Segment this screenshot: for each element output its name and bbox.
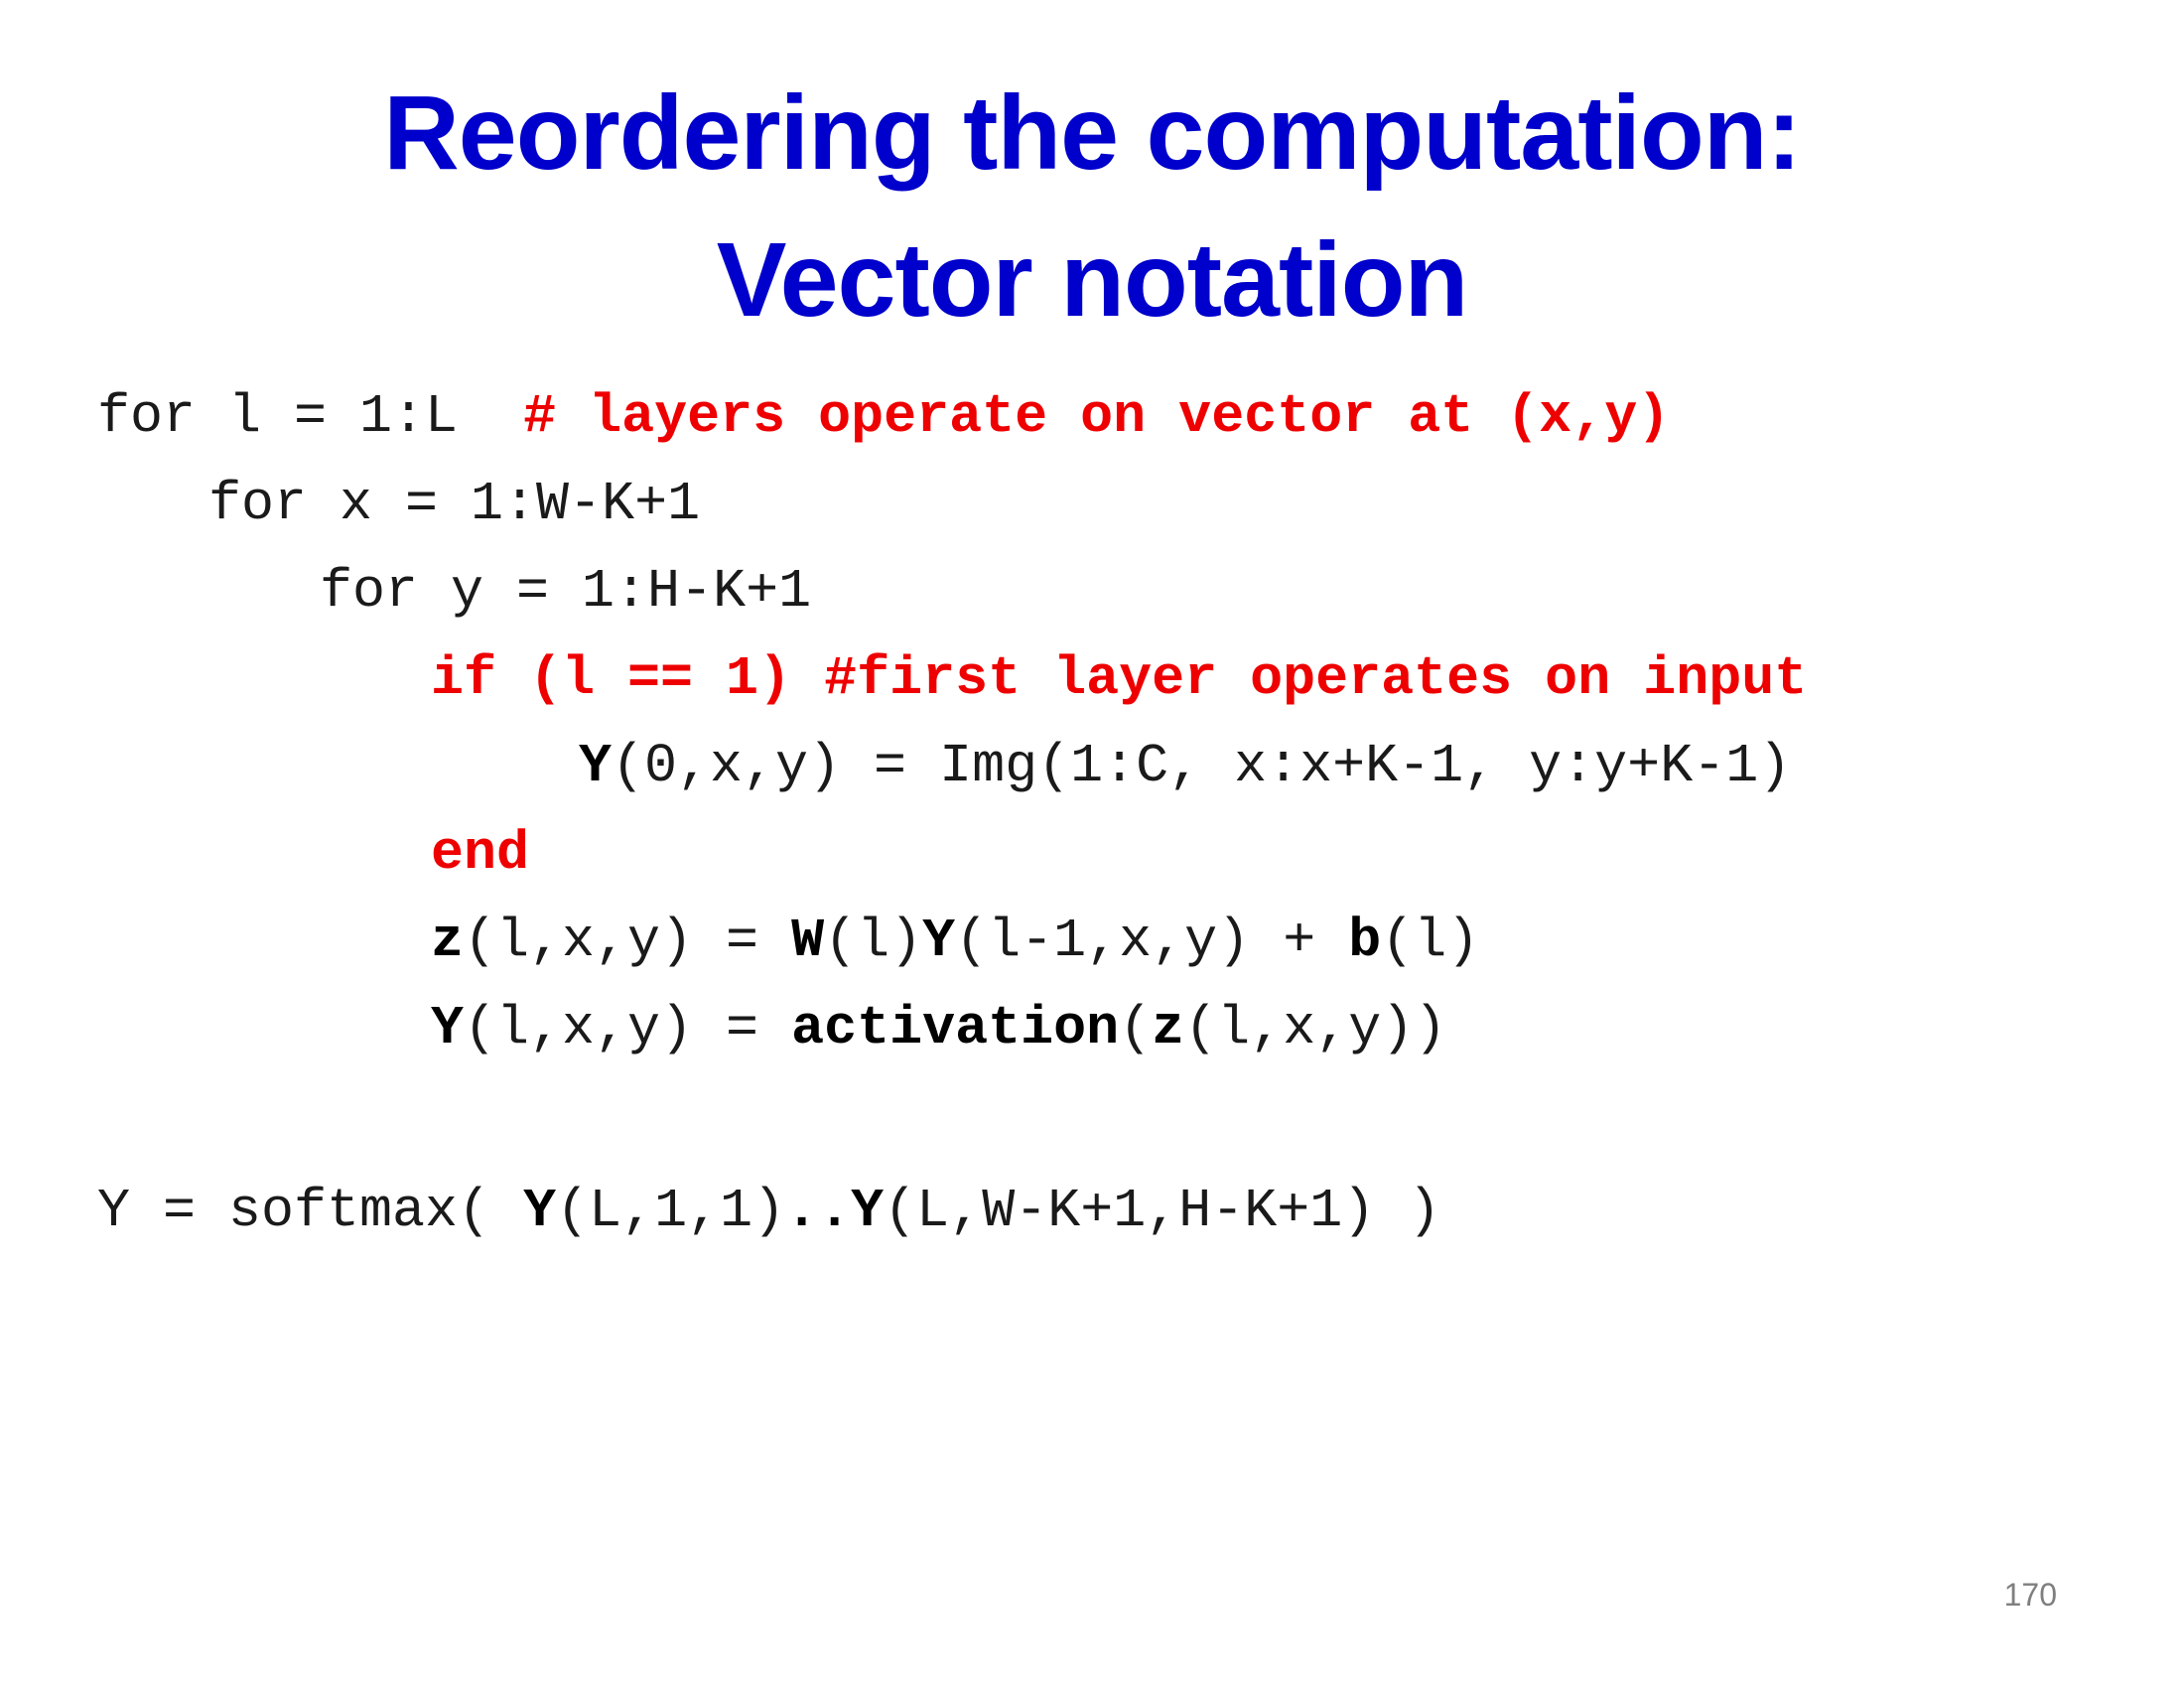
code-text: (0,x,y) = Img(1:C, x:x+K-1, y:y+K-1): [612, 735, 1792, 797]
code-line-7: z(l,x,y) = W(l)Y(l-1,x,y) + b(l): [431, 907, 1479, 976]
z-var: z: [1152, 997, 1185, 1059]
y-var: Y: [851, 1180, 885, 1242]
code-line-9: Y = softmax( Y(L,1,1)..Y(L,W-K+1,H-K+1) …: [97, 1177, 1440, 1246]
code-line-1: for l = 1:L # layers operate on vector a…: [97, 382, 1670, 452]
title-line-2: Vector notation: [716, 221, 1469, 339]
code-block: for l = 1:L # layers operate on vector a…: [97, 382, 1807, 1508]
code-text: Y = softmax(: [97, 1180, 524, 1242]
z-var: z: [431, 910, 465, 972]
code-text: (l,x,y)): [1184, 997, 1447, 1059]
b-var: b: [1348, 910, 1382, 972]
code-text: (L,W-K+1,H-K+1) ): [884, 1180, 1441, 1242]
code-text: (l): [1381, 910, 1480, 972]
activation-function: activation: [791, 997, 1120, 1059]
code-line-8: Y(l,x,y) = activation(z(l,x,y)): [431, 994, 1446, 1063]
code-text: (l,x,y) =: [464, 997, 792, 1059]
y-var: Y: [431, 997, 465, 1059]
code-text: (l): [824, 910, 923, 972]
title-line-1: Reordering the computation:: [383, 74, 1802, 192]
w-var: W: [791, 910, 825, 972]
code-text: (l,x,y) =: [464, 910, 792, 972]
code-line-5: Y(0,x,y) = Img(1:C, x:x+K-1, y:y+K-1): [579, 732, 1791, 801]
code-line-4: if (l == 1) #first layer operates on inp…: [431, 647, 1808, 710]
layer-comment: # layers operate on vector at (x,y): [523, 385, 1671, 448]
code-line-6: end: [431, 822, 530, 885]
y-var: Y: [523, 1180, 557, 1242]
slide-title: Reordering the computation: Vector notat…: [0, 60, 2184, 353]
code-text: (: [1119, 997, 1153, 1059]
code-text: (l-1,x,y) +: [955, 910, 1349, 972]
code-line-2: for x = 1:W-K+1: [208, 473, 701, 535]
code-line-3: for y = 1:H-K+1: [320, 560, 812, 623]
range-dots: ..: [785, 1180, 852, 1242]
y-var: Y: [922, 910, 956, 972]
loop-statement: for l = 1:L: [97, 385, 524, 448]
y-var: Y: [579, 735, 613, 797]
code-text: (L,1,1): [556, 1180, 786, 1242]
page-number: 170: [2003, 1577, 2057, 1613]
